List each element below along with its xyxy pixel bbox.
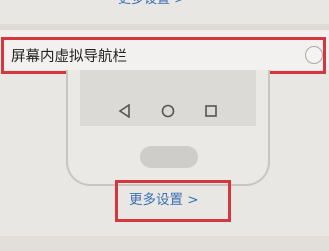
- home-circle-icon: [161, 104, 175, 118]
- recent-square-icon: [205, 105, 217, 117]
- phone-nav-bar: [80, 96, 256, 126]
- phone-preview-illustration: [66, 70, 270, 186]
- footer-strip: [0, 236, 329, 251]
- highlight-annotation-toggle: [1, 37, 326, 74]
- phone-home-key: [140, 146, 198, 168]
- more-settings-link[interactable]: 更多设置 >: [129, 190, 199, 210]
- more-settings-link-top[interactable]: 更多设置 >: [118, 0, 185, 9]
- back-triangle-icon: [118, 104, 130, 118]
